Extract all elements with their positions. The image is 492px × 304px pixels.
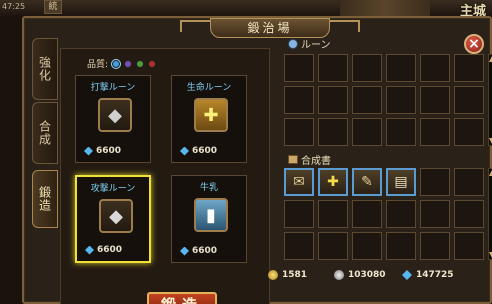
rune-slot[interactable] — [318, 118, 348, 146]
silver-value: 103080 — [348, 270, 386, 280]
rune-section-title: ルーン — [301, 40, 331, 51]
book-slot[interactable] — [420, 232, 450, 260]
crystal-icon — [180, 246, 189, 256]
rune-slot[interactable] — [386, 86, 416, 114]
book-slot[interactable] — [454, 200, 484, 228]
recipe-card[interactable]: 生命ルーン ✚ 6600 — [171, 75, 247, 163]
crystal-icon — [180, 146, 189, 156]
tab-forge[interactable]: 鍛造 — [32, 170, 58, 228]
rune-slot[interactable] — [420, 86, 450, 114]
silver-counter: 103080 — [334, 270, 386, 280]
rune-slot[interactable] — [318, 54, 348, 82]
rune-slot[interactable] — [284, 86, 314, 114]
rune-slot[interactable] — [352, 54, 382, 82]
life-rune-icon: ✚ — [194, 98, 228, 132]
milk-icon: ▮ — [194, 198, 228, 232]
book-slot[interactable] — [352, 200, 382, 228]
rune-slot[interactable] — [454, 86, 484, 114]
book-slot[interactable] — [454, 232, 484, 260]
inventory-panel: ルーン 合成書 ✉ ✚ ✎ ▤ — [284, 38, 492, 304]
card-title: 打撃ルーン — [90, 83, 136, 93]
card-price: 6600 — [180, 246, 217, 256]
rune-section-header: ルーン — [288, 36, 331, 51]
gold-counter: 1581 — [268, 270, 307, 280]
rune-slot[interactable] — [352, 118, 382, 146]
rune-slot[interactable] — [454, 54, 484, 82]
hammer-rune-icon: ◆ — [98, 98, 132, 132]
recipe-card-selected[interactable]: 攻撃ルーン ◆ 6600 — [75, 175, 151, 263]
crystal-icon — [85, 245, 94, 255]
rune-slot[interactable] — [386, 54, 416, 82]
rune-slot[interactable] — [420, 118, 450, 146]
forge-button[interactable]: 鍛造 — [147, 292, 217, 304]
book-slot[interactable] — [420, 168, 450, 196]
book-slot[interactable] — [284, 200, 314, 228]
title-ornament-left — [180, 20, 210, 32]
card-title: 生命ルーン — [186, 83, 232, 93]
forge-window: 鍛治場 × 強化 合成 鍛造 品質: 打撃ルーン ◆ 6600 生命ルーン ✚ — [22, 16, 492, 304]
card-title: 牛乳 — [199, 183, 218, 193]
price-value: 6600 — [97, 245, 123, 255]
price-value: 6600 — [96, 146, 122, 156]
recipe-panel: 品質: 打撃ルーン ◆ 6600 生命ルーン ✚ 6600 攻撃ルーン ◆ 66… — [60, 48, 270, 304]
scroll-icon[interactable]: ✉ — [284, 168, 314, 196]
scroll-icon[interactable]: ▤ — [386, 168, 416, 196]
card-price: 6600 — [84, 146, 121, 156]
quality-filter: 品質: — [87, 57, 157, 70]
quill-icon[interactable]: ✎ — [352, 168, 382, 196]
window-title: 鍛治場 — [210, 18, 330, 38]
book-slot[interactable] — [420, 200, 450, 228]
top-left-tag[interactable]: 統 — [44, 0, 62, 14]
card-price: 6600 — [180, 146, 217, 156]
book-section-title: 合成書 — [301, 156, 331, 167]
quality-blue-option[interactable] — [112, 59, 121, 68]
tab-combine[interactable]: 合成 — [32, 102, 58, 164]
attack-rune-icon: ◆ — [99, 199, 133, 233]
book-slot[interactable] — [386, 200, 416, 228]
crystal-counter: 147725 — [402, 270, 454, 280]
gold-value: 1581 — [282, 270, 308, 280]
quality-red-option[interactable] — [148, 59, 157, 68]
rune-slot[interactable] — [284, 118, 314, 146]
tab-enhance[interactable]: 強化 — [32, 38, 58, 100]
card-title: 攻撃ルーン — [90, 184, 136, 194]
book-slot[interactable] — [318, 200, 348, 228]
rune-scrollbar[interactable] — [488, 54, 492, 146]
crystal-icon — [84, 146, 93, 156]
rune-slot[interactable] — [318, 86, 348, 114]
book-slot[interactable] — [454, 168, 484, 196]
rune-slot[interactable] — [352, 86, 382, 114]
quality-label: 品質: — [87, 60, 109, 70]
rune-slot[interactable] — [386, 118, 416, 146]
quality-green-option[interactable] — [136, 59, 145, 68]
book-grid: ✉ ✚ ✎ ▤ — [284, 168, 484, 260]
recipe-card[interactable]: 打撃ルーン ◆ 6600 — [75, 75, 151, 163]
book-section-header: 合成書 — [288, 152, 331, 167]
book-scrollbar[interactable] — [488, 168, 492, 260]
book-slot[interactable] — [386, 232, 416, 260]
price-value: 6600 — [192, 146, 218, 156]
recipe-card[interactable]: 牛乳 ▮ 6600 — [171, 175, 247, 263]
rune-icon — [288, 38, 298, 49]
gold-coin-icon — [268, 270, 278, 280]
card-price: 6600 — [85, 245, 122, 255]
book-slot[interactable] — [284, 232, 314, 260]
title-ornament-right — [330, 20, 360, 32]
rune-slot[interactable] — [284, 54, 314, 82]
top-ornament — [340, 0, 430, 16]
book-slot[interactable] — [318, 232, 348, 260]
book-slot[interactable] — [352, 232, 382, 260]
clock-text: 47:25 — [2, 2, 26, 11]
quality-purple-option[interactable] — [124, 59, 133, 68]
price-value: 6600 — [192, 246, 218, 256]
rune-grid — [284, 54, 484, 146]
crystal-value: 147725 — [416, 270, 454, 280]
yellow-rune-icon[interactable]: ✚ — [318, 168, 348, 196]
rune-slot[interactable] — [454, 118, 484, 146]
rune-slot[interactable] — [420, 54, 450, 82]
book-icon — [288, 155, 298, 164]
crystal-icon — [402, 270, 412, 280]
top-strip: 47:25 統 主城 — [0, 0, 492, 19]
silver-coin-icon — [334, 270, 344, 280]
